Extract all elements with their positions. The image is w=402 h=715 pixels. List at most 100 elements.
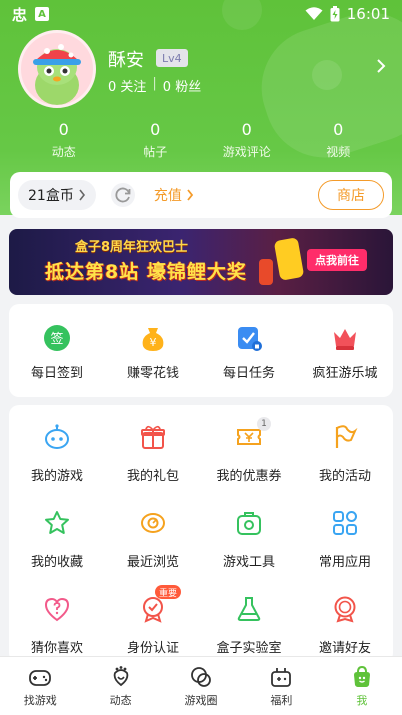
important-tag: 重要	[155, 585, 182, 599]
stat-label: 视频	[326, 145, 351, 159]
nav-me[interactable]: 我	[322, 657, 402, 715]
nav-label: 我	[356, 694, 368, 707]
stat-label: 帖子	[143, 145, 168, 159]
username[interactable]: 酥安	[108, 46, 144, 72]
flag-icon	[335, 425, 358, 448]
shop-button[interactable]: 商店	[318, 180, 384, 210]
task-daily-missions[interactable]: 每日任务	[201, 304, 297, 397]
nav-label: 福利	[270, 694, 293, 707]
svg-text:签: 签	[50, 331, 63, 347]
my-activities-item[interactable]: 我的活动	[297, 423, 393, 509]
task-label: 赚零花钱	[126, 366, 179, 381]
task-clipboard-icon	[238, 327, 262, 351]
nav-find-games[interactable]: 找游戏	[0, 657, 80, 715]
nav-label: 动态	[109, 694, 132, 707]
feature-label: 我的优惠券	[216, 469, 282, 484]
star-icon	[45, 511, 69, 534]
money-bag-icon: ¥	[142, 328, 164, 351]
feature-label: 游戏工具	[222, 555, 275, 570]
nav-game-circle[interactable]: 游戏圈	[161, 657, 241, 715]
banner-character-art	[259, 259, 273, 285]
stat-value: 0	[58, 120, 69, 139]
checkin-icon: 签	[44, 325, 70, 351]
feature-label: 最近浏览	[126, 555, 179, 570]
eye-icon	[141, 513, 165, 533]
my-games-item[interactable]: 我的游戏	[9, 423, 105, 509]
nav-label: 找游戏	[23, 694, 57, 707]
toolbox-icon	[237, 512, 261, 535]
header-decoration	[312, 60, 342, 90]
svg-text:¥: ¥	[150, 336, 157, 349]
banner-cta-button[interactable]: 点我前往	[307, 249, 367, 271]
stat-label: 游戏评论	[222, 145, 271, 159]
flask-icon	[237, 597, 261, 621]
avatar[interactable]	[18, 30, 96, 108]
feature-label: 邀请好友	[318, 641, 371, 656]
crown-icon	[334, 329, 356, 350]
battery-icon	[330, 6, 340, 22]
profile-stats: 0 动态 0 帖子 0 游戏评论 0 视频	[18, 120, 384, 160]
level-badge: Lv4	[156, 49, 188, 67]
feature-label: 常用应用	[318, 555, 371, 570]
stat-label: 动态	[51, 145, 76, 159]
recharge-label: 充值	[153, 188, 182, 204]
task-crazy-playground[interactable]: 疯狂游乐城	[297, 304, 393, 397]
nav-welfare[interactable]: 福利	[241, 657, 321, 715]
followers-count[interactable]: 0 粉丝	[163, 76, 201, 95]
chevron-right-icon	[187, 189, 193, 201]
coin-balance-button[interactable]: 21盒币	[18, 180, 96, 210]
medal-icon	[143, 597, 163, 623]
coin-balance: 21盒币	[28, 188, 74, 204]
clock: 16:01	[346, 5, 390, 23]
coupon-count-badge: 1	[257, 417, 271, 431]
task-label: 疯狂游乐城	[312, 366, 378, 381]
feature-row: 我的游戏 我的礼包 1 我的优惠券 我的活动	[9, 417, 393, 509]
recharge-link[interactable]: 充值	[154, 185, 194, 205]
refresh-icon[interactable]	[110, 182, 136, 208]
my-favorites-item[interactable]: 我的收藏	[9, 509, 105, 595]
me-bag-icon	[353, 665, 370, 687]
nav-label: 游戏圈	[184, 694, 218, 707]
feature-label: 猜你喜欢	[30, 641, 83, 656]
game-tools-item[interactable]: 游戏工具	[201, 509, 297, 595]
daily-tasks-card: 签 每日签到 ¥ 赚零花钱 每日任务 疯狂游乐城	[9, 304, 393, 397]
stat-game-reviews[interactable]: 0 游戏评论	[201, 120, 293, 160]
gamepad-robot-icon	[45, 424, 69, 449]
nav-feed[interactable]: 动态	[80, 657, 160, 715]
chevron-right-icon	[79, 189, 85, 201]
footprint-icon	[113, 666, 128, 687]
task-daily-checkin[interactable]: 签 每日签到	[9, 304, 105, 397]
gift-console-icon	[271, 668, 292, 687]
invite-badge-icon	[334, 596, 356, 623]
a-notification-icon: A	[35, 7, 50, 21]
stat-value: 0	[241, 120, 252, 139]
stat-value: 0	[333, 120, 344, 139]
feature-row: 我的收藏 最近浏览 游戏工具 常用应用	[9, 509, 393, 595]
circle-swirl-icon	[191, 667, 211, 687]
banner-title: 抵达第8站 壕锦鲤大奖	[45, 261, 247, 283]
gift-icon	[141, 425, 165, 449]
my-gifts-item[interactable]: 我的礼包	[105, 423, 201, 509]
gamepad-icon	[29, 670, 52, 686]
feature-label: 身份认证	[126, 641, 179, 656]
feature-label: 我的游戏	[30, 469, 83, 484]
stat-value: 0	[150, 120, 161, 139]
bottom-navigation: 找游戏 动态 游戏圈 福利 我	[0, 656, 402, 715]
stat-threads[interactable]: 0 帖子	[110, 120, 202, 160]
common-apps-item[interactable]: 常用应用	[297, 509, 393, 595]
task-earn-money[interactable]: ¥ 赚零花钱	[105, 304, 201, 397]
promo-banner[interactable]: 盒子8周年狂欢巴士 抵达第8站 壕锦鲤大奖 点我前往	[9, 229, 393, 295]
feature-label: 我的收藏	[30, 555, 83, 570]
apps-grid-icon	[333, 511, 357, 535]
status-bar: 忠 A 16:01	[0, 0, 402, 28]
question-heart-icon	[44, 597, 70, 622]
task-label: 每日签到	[30, 366, 83, 381]
following-count[interactable]: 0 关注	[108, 76, 146, 95]
recent-views-item[interactable]: 最近浏览	[105, 509, 201, 595]
feature-label: 我的活动	[318, 469, 371, 484]
my-coupons-item[interactable]: 1 我的优惠券	[201, 417, 297, 509]
stat-posts-feed[interactable]: 0 动态	[18, 120, 110, 160]
feature-label: 盒子实验室	[216, 641, 282, 656]
stat-videos[interactable]: 0 视频	[293, 120, 385, 160]
chevron-right-icon[interactable]	[376, 58, 386, 74]
